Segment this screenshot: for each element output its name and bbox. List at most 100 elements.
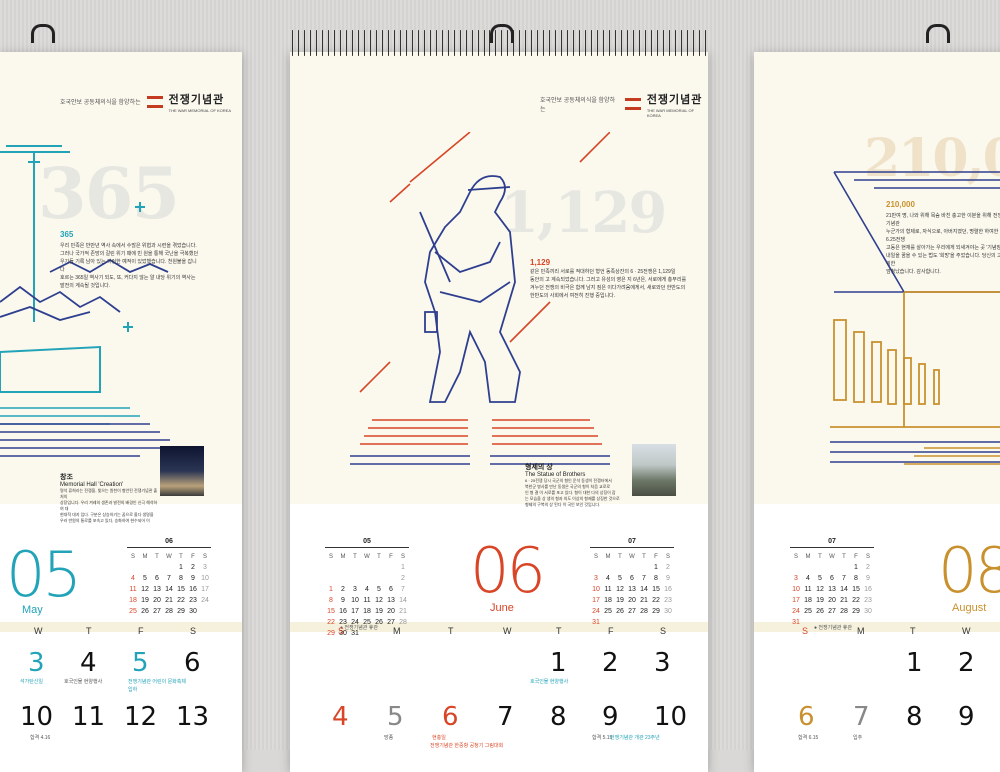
binding-ring: [549, 30, 551, 56]
binding-ring: [525, 30, 527, 56]
mini-calendar-weekday: F: [191, 553, 195, 560]
mini-calendar-day: 25: [129, 608, 137, 615]
mini-calendar-day: 4: [131, 575, 135, 582]
binding-ring: [315, 30, 317, 56]
binding-ring: [639, 30, 641, 56]
day-note: 입추: [853, 735, 863, 741]
mini-calendar-day: 3: [594, 575, 598, 582]
mini-calendar-day: 7: [642, 575, 646, 582]
mini-calendar-day: 5: [618, 575, 622, 582]
mini-calendar-day: 8: [179, 575, 183, 582]
mini-calendar-day: 21: [640, 597, 648, 604]
calendar-day: 5: [387, 702, 404, 732]
mini-calendar-day: 12: [816, 586, 824, 593]
mini-calendar-day: 2: [666, 564, 670, 571]
mini-calendar-weekday: S: [665, 553, 670, 560]
binding-ring: [633, 30, 635, 56]
mini-calendar-day: [802, 562, 814, 573]
mini-calendar-weekday: S: [130, 553, 135, 560]
calendar-day: 6: [184, 648, 201, 678]
calendar-page-august: 210,0 210,000 21만여 명, 나와 위해 목숨 바친 충고한 이분…: [754, 52, 1000, 772]
binding-ring: [657, 30, 659, 56]
mini-calendar-day: 16: [664, 586, 672, 593]
day-note: 망종: [384, 735, 394, 741]
weekday-label: S: [660, 626, 667, 636]
binding-ring: [441, 30, 443, 56]
mini-calendar-weekday: F: [854, 553, 858, 560]
mini-calendar-weekday: M: [605, 553, 611, 560]
day-note: 호국인물 현양행사: [64, 679, 103, 685]
mini-calendar-day: 20: [828, 597, 836, 604]
mini-calendar-weekday: T: [377, 553, 381, 560]
mini-calendar-day: 21: [840, 597, 848, 604]
logo: 호국안보 공동체의식을 함양하는 전쟁기념관 THE WAR MEMORIAL …: [540, 90, 708, 118]
calendar-page-june: 호국안보 공동체의식을 함양하는 전쟁기념관 THE WAR MEMORIAL …: [290, 52, 708, 772]
binding-ring: [309, 30, 311, 56]
logo-mark-icon: [146, 95, 163, 108]
mini-calendar-day: 5: [143, 575, 147, 582]
mini-calendar-day: 3: [353, 586, 357, 593]
calendar-day: 1: [550, 648, 567, 678]
binding-ring: [579, 30, 581, 56]
binding-ring: [381, 30, 383, 56]
calendar-page-may: 호국안보 공동체의식을 함양하는 전쟁기념관 THE WAR MEMORIAL …: [0, 52, 242, 772]
binding-ring: [663, 30, 665, 56]
month-name: June: [490, 602, 514, 614]
mini-calendar-day: 31: [592, 619, 600, 626]
photo-caption: 형제의 상 The Statue of Brothers 6 · 25전쟁 당시 …: [525, 464, 620, 507]
binding-ring: [339, 30, 341, 56]
mini-calendar-day: 13: [828, 586, 836, 593]
body-text: 21만여 명, 나와 위해 목숨 바친 충고한 이분을 위해 전쟁기념관 누군가의…: [886, 213, 1000, 275]
mini-calendar-july: 07 S M T W T F S 1 2 3 4 5 6 7 8 9 10 11 12 13 14 15 16 17 18 19 2…: [790, 538, 874, 628]
mini-calendar-day: [337, 573, 349, 584]
body-text: 같은 민족끼리 서로를 적대하던 형언 동족상잔의 6 · 25전쟁은 1,12…: [530, 269, 687, 299]
logo-sub: THE WAR MEMORIAL OF KOREA: [646, 108, 695, 118]
day-note: 전쟁기념관 한중항 공청기 그림대회: [430, 743, 504, 749]
mini-calendar-day: 25: [804, 608, 812, 615]
mini-calendar-day: 14: [399, 597, 407, 604]
weekday-label: M: [393, 626, 401, 636]
binding-ring: [393, 30, 395, 56]
binding-ring: [423, 30, 425, 56]
mini-calendar-day: 26: [816, 608, 824, 615]
mini-calendar-weekday: T: [642, 553, 646, 560]
mini-calendar-day: 23: [864, 597, 872, 604]
mini-calendar-weekday: S: [400, 553, 405, 560]
weekday-label: T: [910, 626, 916, 636]
binding-ring: [675, 30, 676, 56]
calendar-day: 9: [602, 702, 619, 732]
weekday-label: S: [338, 626, 345, 636]
mini-calendar-day: 28: [640, 608, 648, 615]
binding-ring: [429, 30, 431, 56]
mini-calendar-day: 9: [866, 575, 870, 582]
mini-calendar-weekday: W: [629, 553, 635, 560]
binding-ring: [303, 30, 305, 56]
logo-name: 전쟁기념관: [646, 94, 703, 106]
mini-calendar-day: 14: [840, 586, 848, 593]
binding-ring: [519, 30, 521, 56]
mini-calendar-day: [638, 617, 650, 628]
binding-ring: [591, 30, 593, 56]
mini-calendar-weekday: T: [842, 553, 846, 560]
binding-ring: [645, 30, 647, 56]
binding-ring: [477, 30, 479, 56]
mini-calendar-day: [361, 573, 373, 584]
binding-ring: [369, 30, 371, 56]
mini-calendar-day: 28: [840, 608, 848, 615]
logo-mark-icon: [625, 98, 641, 110]
memorial-corridor-illustration: [830, 171, 1000, 465]
logo: 호국안보 공동체의식을 함양하는 전쟁기념관 THE WAR MEMORIAL …: [60, 90, 231, 113]
mini-calendar-day: 7: [842, 575, 846, 582]
mini-calendar-day: 29: [652, 608, 660, 615]
mini-calendar-day: 18: [604, 597, 612, 604]
mini-calendar-weekday: S: [202, 553, 207, 560]
mini-calendar-day: [590, 562, 602, 573]
mini-calendar-day: 8: [654, 575, 658, 582]
binding-ring: [561, 30, 563, 56]
day-note: 석가탄신일: [20, 679, 44, 685]
mini-calendar-day: [614, 617, 626, 628]
mini-calendar-day: 18: [129, 597, 137, 604]
mini-calendar-day: 10: [792, 586, 800, 593]
binding-ring: [363, 30, 365, 56]
mini-calendar-day: 20: [153, 597, 161, 604]
